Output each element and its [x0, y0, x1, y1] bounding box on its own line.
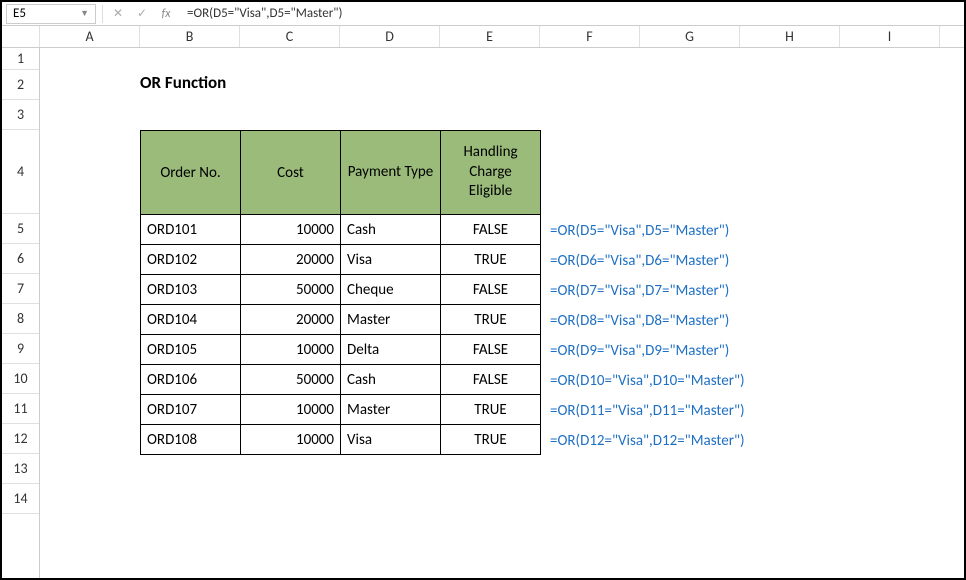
- row-header-4[interactable]: 4: [2, 130, 39, 214]
- cell-payment[interactable]: Visa: [341, 425, 441, 455]
- select-all-corner[interactable]: [2, 26, 40, 47]
- name-box-value: E5: [13, 6, 26, 21]
- cell-order-no[interactable]: ORD105: [141, 335, 241, 365]
- th-cost[interactable]: Cost: [241, 131, 341, 215]
- spreadsheet-grid[interactable]: OR Function Order No. Cost Payment Type …: [40, 48, 964, 578]
- cell-order-no[interactable]: ORD103: [141, 275, 241, 305]
- row-headers: 1 2 3 4 5 6 7 8 9 10 11 12 13 14: [2, 48, 40, 578]
- row-header-10[interactable]: 10: [2, 364, 39, 394]
- row-header-7[interactable]: 7: [2, 274, 39, 304]
- table-row: ORD104 20000 Master TRUE: [141, 305, 541, 335]
- formula-text[interactable]: =OR(D9="Visa",D9="Master"): [546, 336, 745, 366]
- formula-text[interactable]: =OR(D8="Visa",D8="Master"): [546, 306, 745, 336]
- accept-formula-icon[interactable]: ✓: [133, 5, 151, 23]
- formula-text[interactable]: =OR(D10="Visa",D10="Master"): [546, 366, 745, 396]
- cell-cost[interactable]: 20000: [241, 245, 341, 275]
- table-row: ORD108 10000 Visa TRUE: [141, 425, 541, 455]
- cell-order-no[interactable]: ORD102: [141, 245, 241, 275]
- col-header-D[interactable]: D: [340, 26, 440, 47]
- row-header-9[interactable]: 9: [2, 334, 39, 364]
- table-row: ORD105 10000 Delta FALSE: [141, 335, 541, 365]
- fx-icon[interactable]: fx: [157, 5, 175, 23]
- formula-bar: E5 ▼ ✕ ✓ fx =OR(D5="Visa",D5="Master"): [2, 2, 964, 26]
- formula-text[interactable]: =OR(D11="Visa",D11="Master"): [546, 396, 745, 426]
- cell-eligible[interactable]: FALSE: [441, 275, 541, 305]
- name-box[interactable]: E5 ▼: [6, 4, 96, 24]
- cell-order-no[interactable]: ORD108: [141, 425, 241, 455]
- data-table: Order No. Cost Payment Type Handling Cha…: [140, 130, 541, 455]
- cell-payment[interactable]: Cheque: [341, 275, 441, 305]
- cell-order-no[interactable]: ORD106: [141, 365, 241, 395]
- table-row: ORD101 10000 Cash FALSE: [141, 215, 541, 245]
- cell-eligible[interactable]: FALSE: [441, 335, 541, 365]
- th-payment-type[interactable]: Payment Type: [341, 131, 441, 215]
- cell-cost[interactable]: 20000: [241, 305, 341, 335]
- row-header-6[interactable]: 6: [2, 244, 39, 274]
- cell-eligible[interactable]: TRUE: [441, 305, 541, 335]
- table-row: ORD103 50000 Cheque FALSE: [141, 275, 541, 305]
- row-header-5[interactable]: 5: [2, 214, 39, 244]
- table-body: ORD101 10000 Cash FALSE ORD102 20000 Vis…: [141, 215, 541, 455]
- cell-cost[interactable]: 50000: [241, 365, 341, 395]
- col-header-I[interactable]: I: [840, 26, 940, 47]
- th-order-no[interactable]: Order No.: [141, 131, 241, 215]
- formula-text[interactable]: =OR(D12="Visa",D12="Master"): [546, 426, 745, 456]
- col-header-B[interactable]: B: [140, 26, 240, 47]
- row-header-3[interactable]: 3: [2, 100, 39, 130]
- row-header-11[interactable]: 11: [2, 394, 39, 424]
- chevron-down-icon[interactable]: ▼: [80, 8, 89, 19]
- cell-payment[interactable]: Cash: [341, 215, 441, 245]
- col-header-C[interactable]: C: [240, 26, 340, 47]
- row-header-12[interactable]: 12: [2, 424, 39, 454]
- table-row: ORD107 10000 Master TRUE: [141, 395, 541, 425]
- cell-cost[interactable]: 10000: [241, 335, 341, 365]
- row-header-14[interactable]: 14: [2, 484, 39, 514]
- row-header-13[interactable]: 13: [2, 454, 39, 484]
- formula-input[interactable]: =OR(D5="Visa",D5="Master"): [181, 6, 960, 21]
- row-header-1[interactable]: 1: [2, 48, 39, 70]
- col-header-F[interactable]: F: [540, 26, 640, 47]
- formula-text[interactable]: =OR(D6="Visa",D6="Master"): [546, 246, 745, 276]
- cell-order-no[interactable]: ORD104: [141, 305, 241, 335]
- th-handling-charge[interactable]: Handling Charge Eligible: [441, 131, 541, 215]
- cell-payment[interactable]: Master: [341, 395, 441, 425]
- table-row: ORD102 20000 Visa TRUE: [141, 245, 541, 275]
- cell-eligible[interactable]: FALSE: [441, 215, 541, 245]
- col-header-H[interactable]: H: [740, 26, 840, 47]
- table-row: ORD106 50000 Cash FALSE: [141, 365, 541, 395]
- page-title: OR Function: [140, 72, 226, 93]
- col-header-A[interactable]: A: [40, 26, 140, 47]
- row-header-2[interactable]: 2: [2, 70, 39, 100]
- col-header-G[interactable]: G: [640, 26, 740, 47]
- cell-cost[interactable]: 50000: [241, 275, 341, 305]
- separator: [102, 5, 103, 23]
- column-headers: A B C D E F G H I: [2, 26, 964, 48]
- cell-payment[interactable]: Visa: [341, 245, 441, 275]
- cell-payment[interactable]: Cash: [341, 365, 441, 395]
- cancel-formula-icon[interactable]: ✕: [109, 5, 127, 23]
- cell-order-no[interactable]: ORD101: [141, 215, 241, 245]
- cell-eligible[interactable]: TRUE: [441, 425, 541, 455]
- cell-eligible[interactable]: TRUE: [441, 395, 541, 425]
- formula-text[interactable]: =OR(D5="Visa",D5="Master"): [546, 216, 745, 246]
- cell-cost[interactable]: 10000: [241, 425, 341, 455]
- cell-eligible[interactable]: FALSE: [441, 365, 541, 395]
- cell-order-no[interactable]: ORD107: [141, 395, 241, 425]
- col-header-E[interactable]: E: [440, 26, 540, 47]
- cell-cost[interactable]: 10000: [241, 215, 341, 245]
- formula-text[interactable]: =OR(D7="Visa",D7="Master"): [546, 276, 745, 306]
- cell-payment[interactable]: Delta: [341, 335, 441, 365]
- cell-payment[interactable]: Master: [341, 305, 441, 335]
- formula-display-column: =OR(D5="Visa",D5="Master") =OR(D6="Visa"…: [546, 216, 745, 456]
- row-header-8[interactable]: 8: [2, 304, 39, 334]
- cell-eligible[interactable]: TRUE: [441, 245, 541, 275]
- cell-cost[interactable]: 10000: [241, 395, 341, 425]
